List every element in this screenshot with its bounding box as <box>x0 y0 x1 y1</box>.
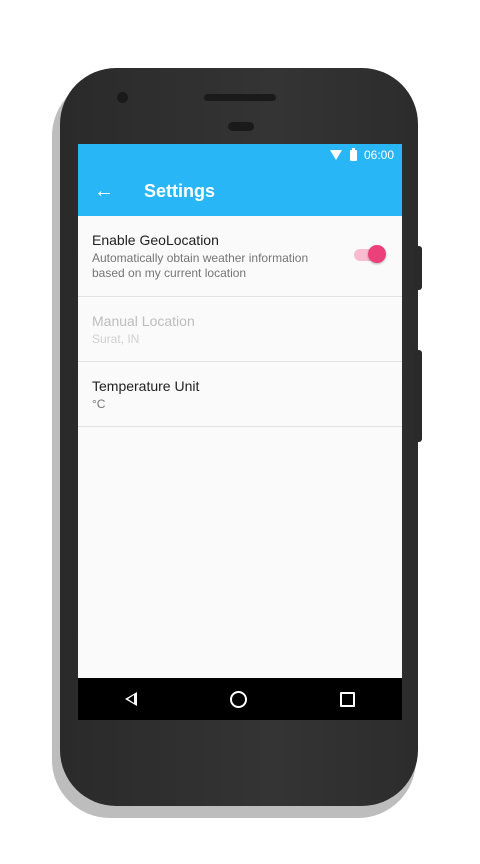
pref-title: Enable GeoLocation <box>92 232 219 248</box>
pref-summary: Automatically obtain weather information… <box>92 251 309 280</box>
phone-screen: 06:00 ← Settings Enable GeoLocation Auto… <box>78 144 402 720</box>
pref-manual-location: Manual Location Surat, IN <box>78 297 402 362</box>
page-title: Settings <box>144 180 216 201</box>
navigation-bar <box>78 678 402 720</box>
status-time: 06:00 <box>363 148 394 162</box>
pref-summary: Surat, IN <box>92 332 140 346</box>
pref-title: Manual Location <box>92 313 195 329</box>
earpiece-speaker <box>204 94 276 101</box>
toggle-thumb <box>368 245 386 263</box>
app-bar: ← Settings <box>78 166 402 216</box>
battery-icon <box>349 147 357 161</box>
pref-title: Temperature Unit <box>92 378 200 394</box>
power-button <box>414 350 422 442</box>
arrow-back-icon[interactable]: ← <box>94 181 114 201</box>
pref-summary: °C <box>92 397 106 411</box>
circle-home-icon[interactable] <box>229 690 247 708</box>
square-recents-icon[interactable] <box>340 691 356 707</box>
status-bar: 06:00 <box>78 144 402 166</box>
triangle-back-icon[interactable] <box>124 692 137 706</box>
proximity-sensor <box>228 122 254 131</box>
front-camera <box>117 92 128 103</box>
pref-enable-geolocation[interactable]: Enable GeoLocation Automatically obtain … <box>78 216 402 297</box>
pref-temperature-unit[interactable]: Temperature Unit °C <box>78 362 402 427</box>
geolocation-toggle[interactable] <box>354 245 386 263</box>
wifi-icon <box>329 150 342 160</box>
volume-button <box>414 246 422 290</box>
